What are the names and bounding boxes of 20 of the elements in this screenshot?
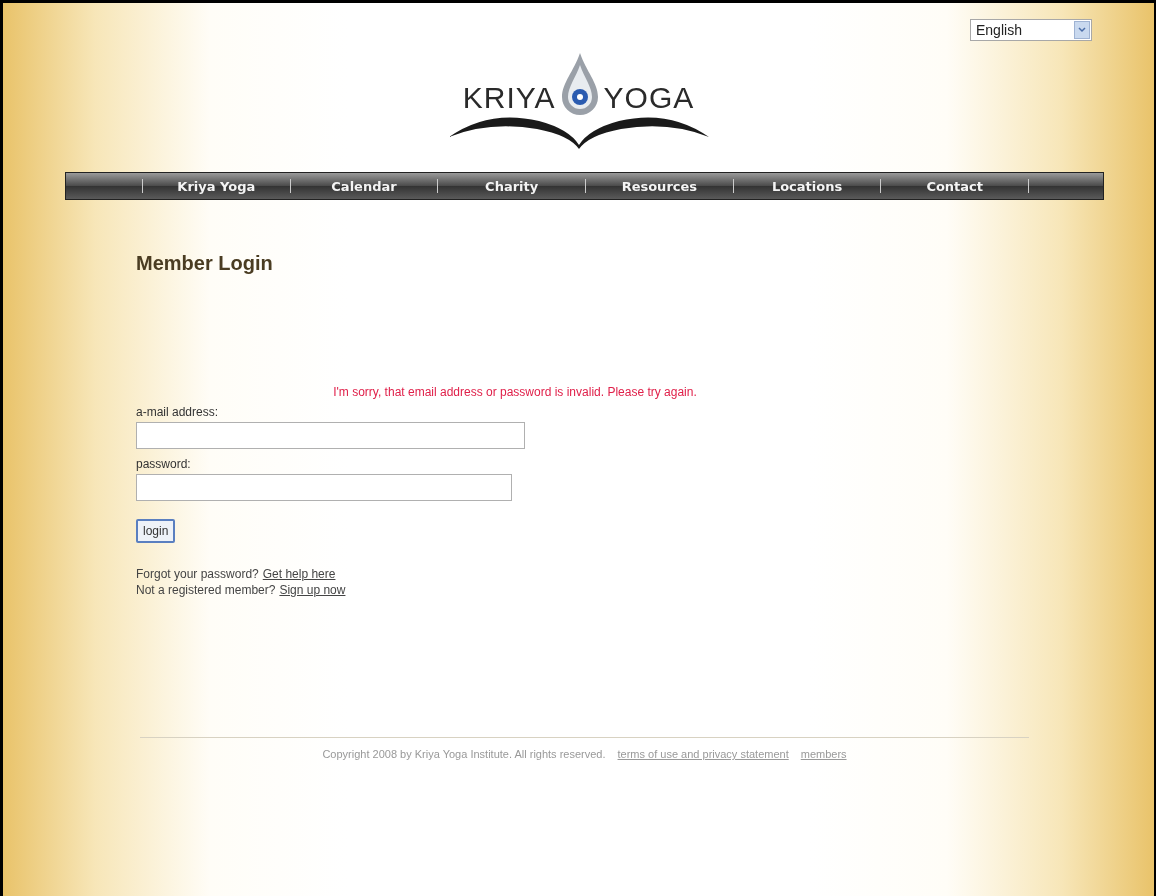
nav-link[interactable]: Contact xyxy=(881,178,1029,194)
nav-link[interactable]: Locations xyxy=(733,178,881,194)
password-label: password: xyxy=(136,457,191,471)
page-title: Member Login xyxy=(136,252,273,275)
help-link[interactable]: Get help here xyxy=(262,567,336,581)
nav-link[interactable]: Charity xyxy=(438,178,585,194)
help-text: Not a registered member? xyxy=(136,583,276,597)
nav-link[interactable]: Kriya Yoga xyxy=(143,178,290,194)
password-field[interactable] xyxy=(136,474,512,501)
nav-link[interactable]: Calendar xyxy=(290,178,438,194)
logo: KRIYA YOGA xyxy=(448,51,709,151)
error-message: I'm sorry, that email address or password is invalid. Please try again. xyxy=(333,385,697,399)
copyright-text: Copyright 2008 by Kriya Yoga Institute. All rights reserved. xyxy=(322,748,606,760)
language-select[interactable]: English xyxy=(970,19,1092,41)
help-link[interactable]: Sign up now xyxy=(279,583,346,597)
nav-link[interactable]: Resources xyxy=(586,178,733,194)
email-label: a-mail address: xyxy=(136,405,219,419)
help-text: Forgot your password? xyxy=(136,567,259,581)
email-field[interactable] xyxy=(136,422,525,449)
login-button[interactable]: login xyxy=(136,519,176,543)
